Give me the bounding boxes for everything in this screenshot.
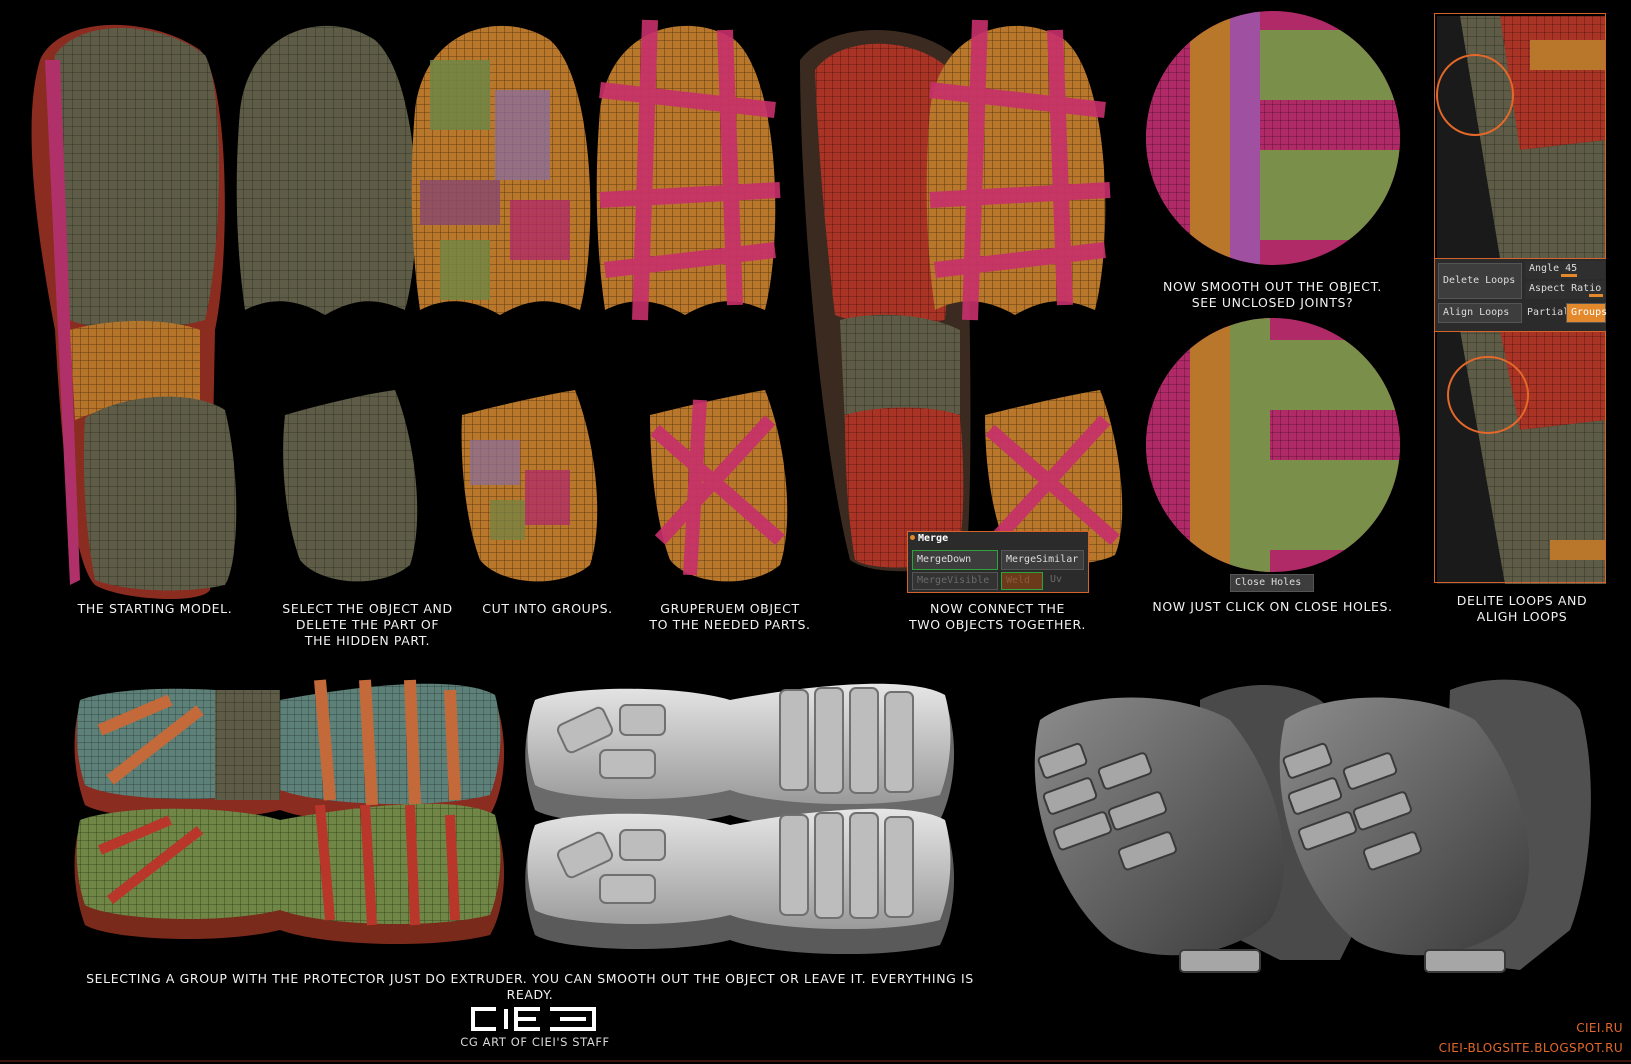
site-link-1[interactable]: CIEI.RU [1576, 1021, 1623, 1035]
merge-down-button[interactable]: MergeDown [912, 550, 998, 570]
grouped-object-render [596, 19, 788, 582]
close-holes-closeup-render [1146, 318, 1400, 572]
caption-close-holes: NOW JUST CLICK ON CLOSE HOLES. [1152, 599, 1393, 614]
finished-boots-render [1034, 679, 1591, 973]
ciei-logo-icon [471, 1007, 596, 1031]
merge-panel-title: Merge [918, 533, 949, 544]
aspect-ratio-slider-fill [1589, 294, 1603, 297]
close-holes-button[interactable]: Close Holes [1230, 574, 1314, 592]
partial-toggle[interactable]: Partial [1527, 305, 1569, 321]
caption-group-object: GRUPERUEM OBJECT TO THE NEEDED PARTS. [649, 601, 811, 632]
loops-panel: Delete Loops Angle 45 Aspect Ratio Align… [1435, 258, 1607, 332]
extruded-soles-colored-render [74, 679, 505, 945]
caption-cut-groups: CUT INTO GROUPS. [482, 601, 613, 616]
groups-toggle[interactable]: Groups [1566, 303, 1607, 323]
caption-select-delete: SELECT THE OBJECT AND DELETE THE PART OF… [282, 601, 453, 648]
weld-toggle[interactable]: Weld [1001, 572, 1043, 590]
merge-visible-button[interactable]: MergeVisible [912, 572, 998, 590]
caption-loops: DELITE LOOPS AND ALIGH LOOPS [1456, 593, 1588, 624]
delete-loops-button[interactable]: Delete Loops [1438, 263, 1522, 299]
cut-groups-render [411, 25, 598, 582]
angle-slider[interactable]: Angle 45 [1525, 261, 1605, 279]
align-loops-button[interactable]: Align Loops [1438, 303, 1522, 323]
uv-toggle[interactable]: Uv [1046, 572, 1084, 590]
selected-object-render [236, 25, 418, 582]
caption-connect: NOW CONNECT THE TWO OBJECTS TOGETHER. [909, 601, 1086, 632]
merge-similar-button[interactable]: MergeSimilar [1001, 550, 1084, 570]
merge-panel: Merge MergeDown MergeSimilar MergeVisibl… [907, 531, 1089, 593]
aspect-ratio-label: Aspect Ratio [1529, 283, 1602, 294]
connected-objects-render [800, 19, 1123, 572]
starting-model-render [31, 24, 237, 600]
ciei-logo [468, 1006, 598, 1032]
angle-slider-fill [1561, 274, 1577, 277]
merge-indicator-icon [910, 535, 915, 540]
extruded-soles-clay-render [525, 683, 955, 955]
artwork-canvas [0, 11, 1631, 1062]
logo-subtitle: CG ART OF CIEI'S STAFF [460, 1035, 610, 1049]
aspect-ratio-slider[interactable]: Aspect Ratio [1525, 281, 1605, 299]
angle-slider-label: Angle 45 [1529, 263, 1578, 274]
site-link-2[interactable]: CIEI-BLOGSITE.BLOGSPOT.RU [1439, 1041, 1623, 1055]
caption-starting-model: THE STARTING MODEL. [77, 601, 233, 616]
caption-bottom: SELECTING A GROUP WITH THE PROTECTOR JUS… [86, 971, 974, 1002]
caption-smooth: NOW SMOOTH OUT THE OBJECT. SEE UNCLOSED … [1163, 279, 1382, 310]
smooth-closeup-render [1146, 11, 1400, 265]
